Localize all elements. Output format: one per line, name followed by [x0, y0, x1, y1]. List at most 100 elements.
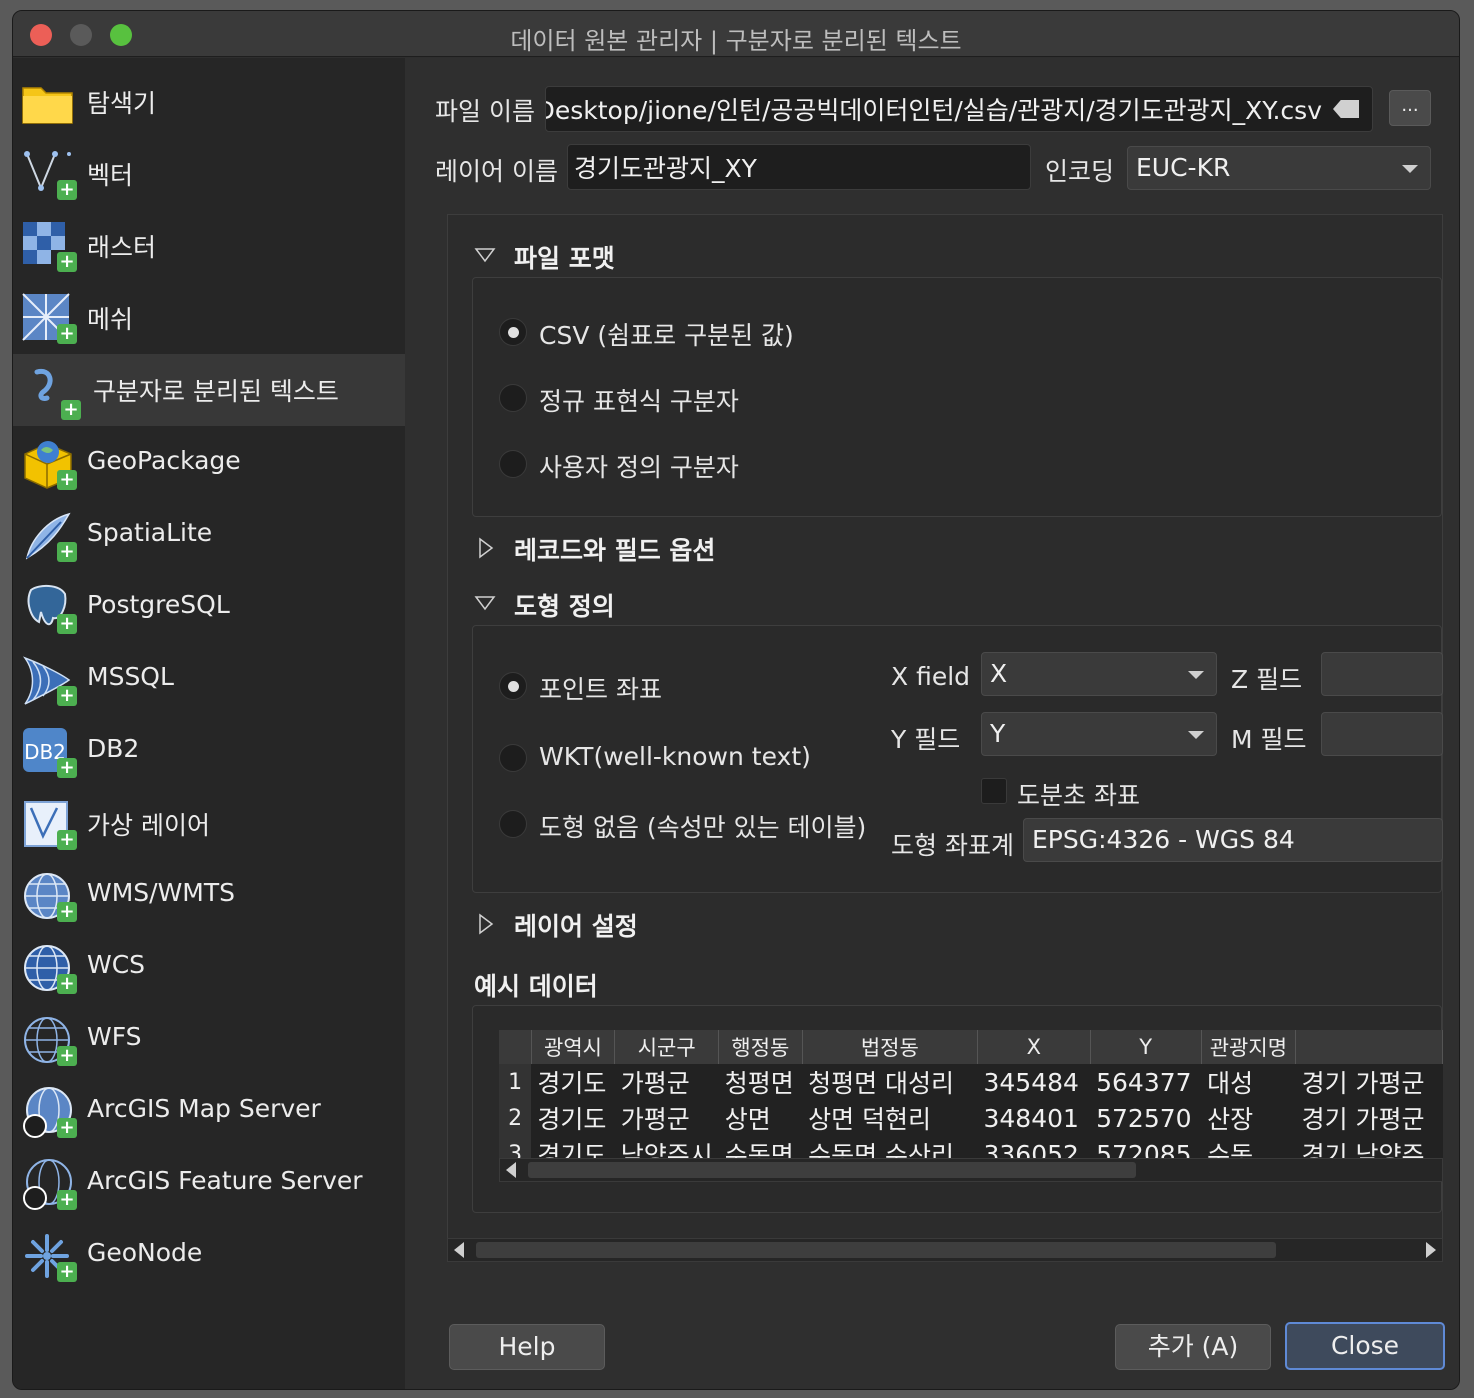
- sidebar-item-wfs[interactable]: + WFS: [13, 1004, 405, 1076]
- chevron-down-icon: [1188, 671, 1204, 679]
- sidebar-item-label: MSSQL: [87, 662, 174, 691]
- sample-data-table[interactable]: 광역시 시군구 행정동 법정동 X Y 관광지명 1 경기도 가평군 청평면 청…: [499, 1030, 1443, 1158]
- file-name-label: 파일 이름: [435, 97, 535, 126]
- add-badge-icon: +: [57, 180, 77, 200]
- browse-button[interactable]: ...: [1389, 90, 1431, 126]
- add-badge-icon: +: [57, 830, 77, 850]
- wkt-label[interactable]: WKT(well-known text): [539, 742, 811, 771]
- crs-select[interactable]: EPSG:4326 - WGS 84: [1023, 818, 1443, 862]
- sidebar-item-db2[interactable]: DB2 + DB2: [13, 716, 405, 788]
- no-geometry-radio[interactable]: [499, 810, 527, 838]
- add-badge-icon: +: [57, 686, 77, 706]
- scrollbar-thumb[interactable]: [528, 1162, 1136, 1178]
- dms-label[interactable]: 도분초 좌표: [1017, 776, 1140, 812]
- scroll-left-icon[interactable]: [454, 1242, 464, 1258]
- add-badge-icon: +: [57, 614, 77, 634]
- provider-sidebar: 탐색기 + 벡터 + 래스터 + 메쉬 + 구분자로 분리된 텍스트 + Geo…: [13, 58, 405, 1389]
- sidebar-item-geonode[interactable]: + GeoNode: [13, 1220, 405, 1292]
- z-field-label: Z 필드: [1231, 665, 1303, 694]
- main-panel: 파일 이름 Desktop/jione/인턴/공공빅데이터인턴/실습/관광지/경…: [405, 58, 1459, 1389]
- sidebar-item-arcgis-feature-server[interactable]: + ArcGIS Feature Server: [13, 1148, 405, 1220]
- scroll-right-icon[interactable]: [1426, 1242, 1436, 1258]
- m-field-select[interactable]: [1321, 712, 1443, 756]
- encoding-select[interactable]: EUC-KR: [1127, 146, 1431, 190]
- record-options-heading[interactable]: 레코드와 필드 옵션: [514, 531, 715, 567]
- column-header[interactable]: Y: [1090, 1030, 1202, 1064]
- sidebar-item-delimited-text[interactable]: + 구분자로 분리된 텍스트: [13, 354, 405, 426]
- m-field-label: M 필드: [1231, 725, 1307, 754]
- encoding-label: 인코딩: [1045, 157, 1115, 186]
- point-coordinates-radio[interactable]: [499, 672, 527, 700]
- custom-delimiter-radio-label[interactable]: 사용자 정의 구분자: [539, 448, 739, 484]
- column-header[interactable]: X: [977, 1030, 1091, 1064]
- sidebar-item-arcgis-map-server[interactable]: + ArcGIS Map Server: [13, 1076, 405, 1148]
- sidebar-item-label: WFS: [87, 1022, 142, 1051]
- sidebar-item-browser[interactable]: 탐색기: [13, 66, 405, 138]
- custom-delimiter-radio[interactable]: [499, 450, 527, 478]
- sidebar-item-postgresql[interactable]: + PostgreSQL: [13, 572, 405, 644]
- sidebar-item-label: WCS: [87, 950, 146, 979]
- column-header[interactable]: 관광지명: [1201, 1030, 1297, 1064]
- sidebar-item-mssql[interactable]: + MSSQL: [13, 644, 405, 716]
- chevron-down-icon[interactable]: [474, 247, 496, 263]
- sidebar-item-label: WMS/WMTS: [87, 878, 236, 907]
- sidebar-item-raster[interactable]: + 래스터: [13, 210, 405, 282]
- sidebar-item-label: 메쉬: [87, 305, 134, 334]
- sidebar-item-label: DB2: [87, 734, 140, 763]
- close-button[interactable]: Close: [1285, 1322, 1445, 1370]
- chevron-right-icon[interactable]: [478, 537, 494, 559]
- regex-radio[interactable]: [499, 384, 527, 412]
- point-coordinates-label[interactable]: 포인트 좌표: [539, 670, 662, 706]
- file-name-input[interactable]: Desktop/jione/인턴/공공빅데이터인턴/실습/관광지/경기도관광지_…: [545, 86, 1373, 132]
- column-header[interactable]: 시군구: [614, 1030, 720, 1064]
- x-field-select[interactable]: X: [981, 652, 1217, 696]
- sidebar-item-wcs[interactable]: + WCS: [13, 932, 405, 1004]
- sidebar-item-virtual-layer[interactable]: + 가상 레이어: [13, 788, 405, 860]
- sidebar-item-label: 벡터: [87, 161, 134, 190]
- sidebar-item-label: 래스터: [87, 233, 157, 262]
- title-bar[interactable]: 데이터 원본 관리자 | 구분자로 분리된 텍스트: [13, 11, 1459, 57]
- scrollbar-thumb[interactable]: [476, 1242, 1276, 1258]
- table-row[interactable]: 2 경기도 가평군 상면 상면 덕현리 348401 572570 산장 경기 …: [499, 1100, 1443, 1136]
- layer-name-input[interactable]: 경기도관광지_XY: [567, 144, 1031, 190]
- sidebar-item-label: GeoNode: [87, 1238, 203, 1267]
- sidebar-item-mesh[interactable]: + 메쉬: [13, 282, 405, 354]
- sample-data-group: 광역시 시군구 행정동 법정동 X Y 관광지명 1 경기도 가평군 청평면 청…: [472, 1005, 1443, 1213]
- regex-radio-label[interactable]: 정규 표현식 구분자: [539, 382, 739, 418]
- no-geometry-label[interactable]: 도형 없음 (속성만 있는 테이블): [539, 808, 866, 844]
- sidebar-item-vector[interactable]: + 벡터: [13, 138, 405, 210]
- geometry-heading[interactable]: 도형 정의: [514, 587, 615, 623]
- column-header[interactable]: 행정동: [718, 1030, 803, 1064]
- sidebar-item-label: 가상 레이어: [87, 811, 210, 840]
- sidebar-item-label: PostgreSQL: [87, 590, 230, 619]
- column-header[interactable]: 광역시: [531, 1030, 616, 1064]
- sidebar-item-geopackage[interactable]: + GeoPackage: [13, 428, 405, 500]
- table-horizontal-scrollbar[interactable]: [499, 1158, 1443, 1182]
- chevron-right-icon[interactable]: [478, 913, 494, 935]
- csv-radio[interactable]: [499, 318, 527, 346]
- sidebar-item-spatialite[interactable]: + SpatiaLite: [13, 500, 405, 572]
- sidebar-item-label: ArcGIS Map Server: [87, 1094, 321, 1123]
- table-row[interactable]: 3 경기도 남양주시 수동면 수동면 수산리 336052 572085 수동 …: [499, 1136, 1443, 1158]
- layer-settings-heading[interactable]: 레이어 설정: [514, 907, 638, 943]
- wkt-radio[interactable]: [499, 744, 527, 772]
- column-header[interactable]: 법정동: [802, 1030, 979, 1064]
- scroll-left-icon[interactable]: [506, 1162, 516, 1178]
- help-button[interactable]: Help: [449, 1324, 605, 1370]
- dms-checkbox[interactable]: [981, 778, 1007, 804]
- add-badge-icon: +: [57, 1046, 77, 1066]
- column-header[interactable]: [1295, 1030, 1443, 1064]
- y-field-select[interactable]: Y: [981, 712, 1217, 756]
- sidebar-item-label: GeoPackage: [87, 446, 241, 475]
- options-panel: 파일 포맷 CSV (쉼표로 구분된 값) 정규 표현식 구분자 사용자 정의 …: [447, 214, 1443, 1256]
- csv-radio-label[interactable]: CSV (쉼표로 구분된 값): [539, 316, 794, 352]
- z-field-select[interactable]: [1321, 652, 1443, 696]
- panel-horizontal-scrollbar[interactable]: [447, 1238, 1443, 1262]
- add-button[interactable]: 추가 (A): [1115, 1324, 1271, 1370]
- chevron-down-icon[interactable]: [474, 595, 496, 611]
- sidebar-item-wms[interactable]: + WMS/WMTS: [13, 860, 405, 932]
- table-row[interactable]: 1 경기도 가평군 청평면 청평면 대성리 345484 564377 대성 경…: [499, 1064, 1443, 1100]
- data-source-manager-window: 데이터 원본 관리자 | 구분자로 분리된 텍스트 탐색기 + 벡터 + 래스터…: [12, 10, 1460, 1390]
- file-format-heading[interactable]: 파일 포맷: [514, 239, 615, 275]
- folder-icon: [22, 87, 73, 124]
